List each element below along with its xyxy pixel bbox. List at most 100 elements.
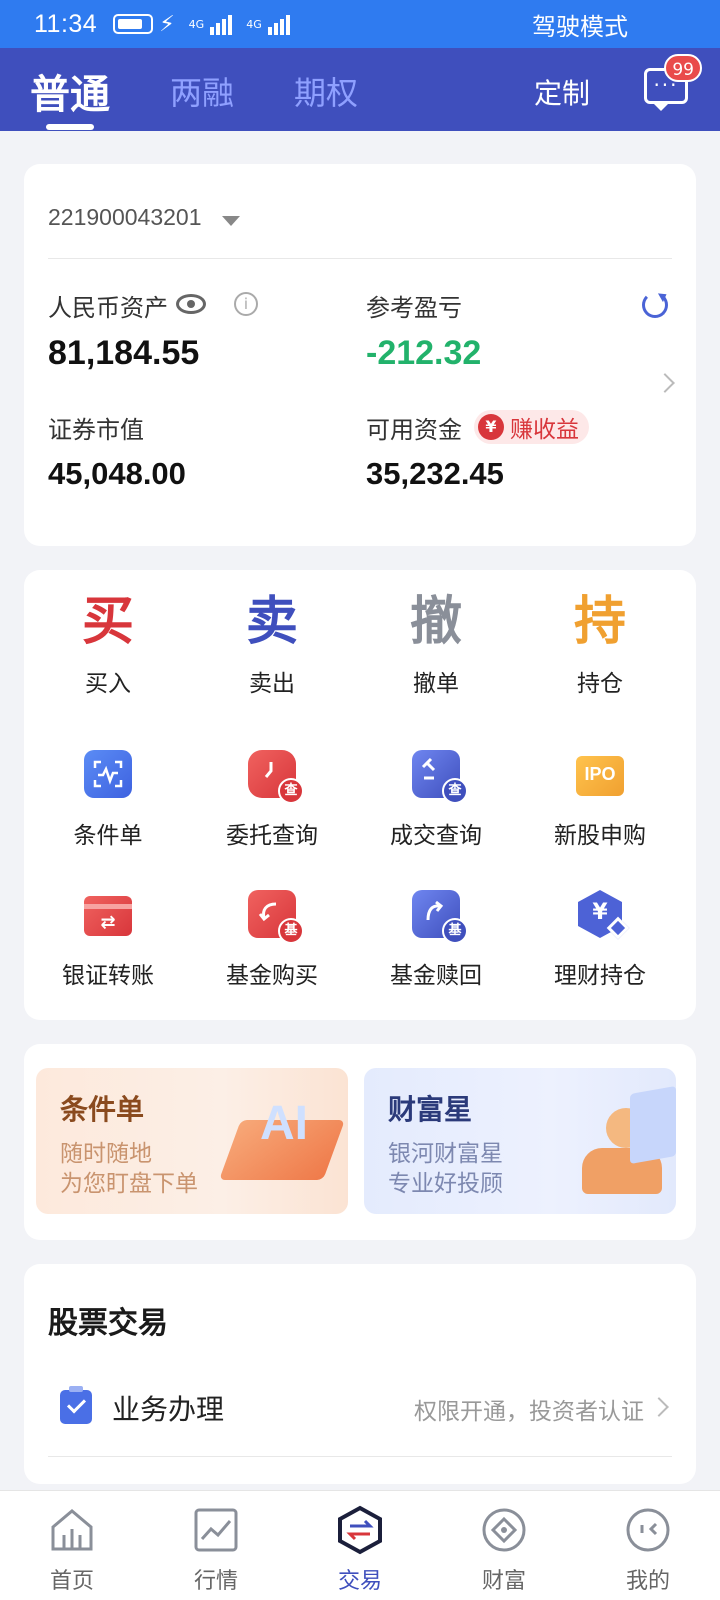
customize-button[interactable]: 定制 <box>534 72 590 112</box>
nav-trade-label: 交易 <box>337 1569 382 1594</box>
order-query-sub: 查 <box>278 778 304 804</box>
market-value-label: 证券市值 <box>48 416 144 444</box>
banner-line2: 为您盯盘下单 <box>60 1171 198 1197</box>
deal-query-label: 成交查询 <box>390 823 482 849</box>
chart-graphic <box>630 1085 676 1165</box>
section-title: 股票交易 <box>48 1306 168 1341</box>
holdings-button[interactable]: 持 持仓 <box>518 592 682 698</box>
buy-button[interactable]: 买 买入 <box>26 592 190 698</box>
ipo-subscribe-button[interactable]: IPO 新股申购 <box>518 748 682 850</box>
sell-label: 卖出 <box>249 671 295 697</box>
business-handling-desc: 权限开通，投资者认证 <box>414 1399 644 1425</box>
wealth-star-banner[interactable]: 财富星 银河财富星 专业好投顾 <box>364 1068 676 1214</box>
nav-wealth-label: 财富 <box>481 1569 526 1594</box>
account-number[interactable]: 221900043201 <box>48 204 202 231</box>
actions-card: 买 买入 卖 卖出 撤 撤单 持 持仓 条件单 查 委托查询 查 成交查询 IP… <box>24 570 696 1020</box>
stock-trading-card: 股票交易 业务办理 权限开通，投资者认证 <box>24 1264 696 1484</box>
conditional-order-button[interactable]: 条件单 <box>26 748 190 850</box>
cancel-label: 撤单 <box>413 671 459 697</box>
banner-line1-2: 银河财富星 <box>388 1141 503 1167</box>
fund-redeem-label: 基金赎回 <box>390 963 482 989</box>
network-type-2: 4G <box>246 17 262 31</box>
bottom-nav: 首页 行情 交易 财富 我的 <box>0 1490 720 1600</box>
banner-title-2: 财富星 <box>388 1093 473 1126</box>
banner-line2-2: 专业好投顾 <box>388 1171 503 1197</box>
pnl-value: -212.32 <box>366 334 482 372</box>
status-time: 11:34 <box>34 9 98 38</box>
signal-icon <box>210 13 233 35</box>
order-query-label: 委托查询 <box>226 823 318 849</box>
buy-glyph: 买 <box>81 592 134 652</box>
fund-buy-button[interactable]: 基 基金购买 <box>190 888 354 990</box>
battery-icon <box>113 14 154 34</box>
sell-button[interactable]: 卖 卖出 <box>190 592 354 698</box>
wealth-holdings-button[interactable]: ¥ 理财持仓 <box>518 888 682 990</box>
signal-icon-2 <box>267 13 290 35</box>
deal-query-button[interactable]: 查 成交查询 <box>354 748 518 850</box>
profile-icon <box>623 1505 673 1555</box>
fund-buy-label: 基金购买 <box>226 963 318 989</box>
top-header: 普通 两融 期权 定制 ··· 99 <box>0 48 720 131</box>
eye-icon[interactable] <box>176 294 206 314</box>
rmb-assets-label: 人民币资产 <box>48 294 168 322</box>
nav-mine-label: 我的 <box>625 1569 670 1594</box>
nav-home-label: 首页 <box>49 1569 94 1594</box>
wealth-holdings-icon: ¥ <box>574 888 630 940</box>
tab-indicator <box>46 124 94 130</box>
earn-badge[interactable]: ¥ 赚收益 <box>474 410 589 444</box>
hold-glyph: 持 <box>573 592 626 652</box>
order-query-button[interactable]: 查 委托查询 <box>190 748 354 850</box>
nav-home[interactable]: 首页 <box>12 1505 132 1595</box>
fund-buy-sub: 基 <box>278 918 304 944</box>
nav-wealth[interactable]: 财富 <box>444 1505 564 1595</box>
pnl-label: 参考盈亏 <box>366 294 462 322</box>
rmb-assets-value: 81,184.55 <box>48 334 200 372</box>
driving-mode: 驾驶模式 <box>532 12 628 41</box>
deal-query-sub: 查 <box>442 778 468 804</box>
sell-glyph: 卖 <box>245 592 298 652</box>
chevron-right-icon[interactable] <box>655 373 675 393</box>
nav-market[interactable]: 行情 <box>156 1505 276 1595</box>
ipo-icon: IPO <box>574 748 626 800</box>
charging-icon: ⚡ <box>159 11 175 37</box>
banner-line1: 随时随地 <box>60 1141 152 1167</box>
fund-redeem-icon: 基 <box>410 888 468 944</box>
cancel-order-button[interactable]: 撤 撤单 <box>354 592 518 698</box>
ipo-label: 新股申购 <box>554 823 646 849</box>
chevron-right-icon <box>649 1397 669 1417</box>
bank-transfer-button[interactable]: ⇄ 银证转账 <box>26 888 190 990</box>
fund-redeem-button[interactable]: 基 基金赎回 <box>354 888 518 990</box>
market-value: 45,048.00 <box>48 456 186 491</box>
deal-query-icon: 查 <box>410 748 468 804</box>
fund-buy-icon: 基 <box>246 888 304 944</box>
fund-redeem-sub: 基 <box>442 918 468 944</box>
wealth-holdings-label: 理财持仓 <box>554 963 646 989</box>
network-type: 4G <box>188 17 205 31</box>
business-handling-label: 业务办理 <box>112 1393 225 1426</box>
trade-icon <box>335 1505 385 1555</box>
divider <box>48 258 672 259</box>
hold-label: 持仓 <box>577 671 623 697</box>
yen-icon: ¥ <box>478 414 504 440</box>
earn-badge-label: 赚收益 <box>510 417 579 443</box>
promo-banners: 条件单 随时随地 为您盯盘下单 AI 财富星 银河财富星 专业好投顾 <box>24 1044 696 1240</box>
nav-mine[interactable]: 我的 <box>588 1505 708 1595</box>
account-card: 221900043201 人民币资产 i 81,184.55 参考盈亏 -212… <box>24 164 696 546</box>
info-icon[interactable]: i <box>234 292 258 316</box>
nav-trade[interactable]: 交易 <box>300 1505 420 1595</box>
bank-transfer-icon: ⇄ <box>82 888 134 940</box>
tab-options[interactable]: 期权 <box>294 68 358 114</box>
divider <box>48 1456 672 1457</box>
refresh-icon[interactable] <box>642 292 668 318</box>
ai-graphic-text: AI <box>260 1097 308 1150</box>
tab-margin[interactable]: 两融 <box>170 68 234 114</box>
order-query-icon: 查 <box>246 748 304 804</box>
clipboard-check-icon <box>60 1386 92 1424</box>
caret-down-icon[interactable] <box>222 216 240 226</box>
buy-label: 买入 <box>85 671 131 697</box>
tab-normal[interactable]: 普通 <box>30 62 110 120</box>
ipo-icon-text: IPO <box>584 764 616 784</box>
conditional-order-banner[interactable]: 条件单 随时随地 为您盯盘下单 AI <box>36 1068 348 1214</box>
message-badge: 99 <box>664 54 702 82</box>
market-chart-icon <box>191 1505 241 1555</box>
